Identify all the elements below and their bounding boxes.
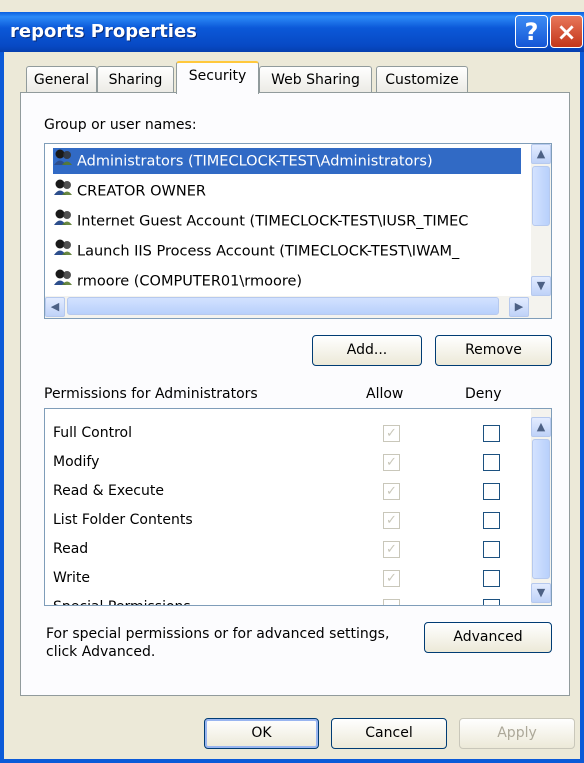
add-button[interactable]: Add... <box>312 335 422 366</box>
user-list-item[interactable]: rmoore (COMPUTER01\rmoore) <box>53 268 302 294</box>
user-group-icon <box>53 268 73 295</box>
scroll-up-button[interactable]: ▲ <box>531 144 551 164</box>
permission-name: Write <box>53 570 90 586</box>
scroll-right-button[interactable]: ▶ <box>509 297 529 317</box>
permission-name: Read <box>53 541 89 557</box>
permission-name: List Folder Contents <box>53 512 193 528</box>
advanced-hint-line1: For special permissions or for advanced … <box>46 626 390 642</box>
user-list[interactable]: Administrators (TIMECLOCK-TEST\Administr… <box>44 143 552 319</box>
permission-row: List Folder Contents ✓ <box>53 506 523 534</box>
permission-row: Read & Execute ✓ <box>53 477 523 505</box>
permission-name: Special Permissions <box>53 593 191 605</box>
user-list-item[interactable]: Administrators (TIMECLOCK-TEST\Administr… <box>53 148 521 174</box>
allow-checkbox[interactable] <box>383 599 400 605</box>
remove-button[interactable]: Remove <box>435 335 552 366</box>
user-group-icon <box>53 178 73 205</box>
cancel-button[interactable]: Cancel <box>331 718 447 749</box>
tab-general[interactable]: General <box>26 66 97 92</box>
perm-scroll-up-button[interactable]: ▲ <box>531 417 551 437</box>
user-name-label: CREATOR OWNER <box>77 183 206 200</box>
advanced-button[interactable]: Advanced <box>424 622 552 653</box>
allow-checkbox[interactable]: ✓ <box>383 541 400 558</box>
deny-checkbox[interactable] <box>483 425 500 442</box>
ok-button[interactable]: OK <box>204 718 319 749</box>
permission-row: Write ✓ <box>53 564 523 592</box>
window-title: reports Properties <box>10 21 197 42</box>
permission-name: Full Control <box>53 425 132 441</box>
allow-checkbox[interactable]: ✓ <box>383 512 400 529</box>
properties-dialog: reports Properties ? × General Sharing S… <box>0 0 584 763</box>
permissions-list[interactable]: Full Control ✓ Modify ✓ Read & Execute ✓ List … <box>44 408 552 606</box>
deny-column-label: Deny <box>465 386 502 402</box>
allow-checkbox[interactable]: ✓ <box>383 454 400 471</box>
user-group-icon <box>53 148 73 175</box>
user-list-item[interactable]: Launch IIS Process Account (TIMECLOCK-TE… <box>53 238 459 264</box>
window-frame-bottom <box>0 759 584 763</box>
deny-checkbox[interactable] <box>483 454 500 471</box>
tab-sharing[interactable]: Sharing <box>97 66 174 92</box>
allow-column-label: Allow <box>366 386 404 402</box>
advanced-hint-text: For special permissions or for advanced … <box>46 625 389 661</box>
deny-checkbox[interactable] <box>483 570 500 587</box>
permission-row: Modify ✓ <box>53 448 523 476</box>
user-list-item[interactable]: Internet Guest Account (TIMECLOCK-TEST\I… <box>53 208 468 234</box>
user-list-vertical-scrollbar[interactable]: ▲ ▼ <box>531 144 551 296</box>
permission-name: Read & Execute <box>53 483 164 499</box>
permission-row: Special Permissions <box>53 593 523 605</box>
user-name-label: Administrators (TIMECLOCK-TEST\Administr… <box>77 153 433 170</box>
user-list-item[interactable]: CREATOR OWNER <box>53 178 206 204</box>
permission-row: Read ✓ <box>53 535 523 563</box>
window-frame-right <box>580 52 584 763</box>
user-list-horizontal-scrollbar[interactable]: ◀ ▶ <box>45 296 551 318</box>
advanced-hint-line2: click Advanced. <box>46 644 156 660</box>
user-group-icon <box>53 238 73 265</box>
deny-checkbox[interactable] <box>483 483 500 500</box>
tab-customize[interactable]: Customize <box>376 66 468 92</box>
apply-button[interactable]: Apply <box>459 718 575 749</box>
perm-scroll-thumb[interactable] <box>532 439 550 579</box>
user-name-label: Launch IIS Process Account (TIMECLOCK-TE… <box>77 243 460 260</box>
group-or-user-names-label: Group or user names: <box>44 117 197 133</box>
permissions-vertical-scrollbar[interactable]: ▲ ▼ <box>531 409 551 605</box>
tab-security[interactable]: Security <box>176 61 259 94</box>
user-name-label: rmoore (COMPUTER01\rmoore) <box>77 273 303 290</box>
scroll-left-button[interactable]: ◀ <box>45 297 65 317</box>
perm-scroll-down-button[interactable]: ▼ <box>531 583 551 603</box>
allow-checkbox[interactable]: ✓ <box>383 425 400 442</box>
permission-name: Modify <box>53 454 100 470</box>
vertical-scroll-thumb[interactable] <box>532 166 550 226</box>
deny-checkbox[interactable] <box>483 512 500 529</box>
window-frame-left <box>0 52 4 763</box>
deny-checkbox[interactable] <box>483 599 500 605</box>
horizontal-scroll-thumb[interactable] <box>67 297 499 315</box>
allow-checkbox[interactable]: ✓ <box>383 483 400 500</box>
deny-checkbox[interactable] <box>483 541 500 558</box>
allow-checkbox[interactable]: ✓ <box>383 570 400 587</box>
title-bar[interactable]: reports Properties ? × <box>0 12 584 52</box>
permissions-label: Permissions for Administrators <box>44 386 258 402</box>
help-button[interactable]: ? <box>515 15 548 48</box>
permission-row: Full Control ✓ <box>53 419 523 447</box>
user-group-icon <box>53 208 73 235</box>
tab-web-sharing[interactable]: Web Sharing <box>259 66 372 92</box>
user-name-label: Internet Guest Account (TIMECLOCK-TEST\I… <box>77 213 469 230</box>
close-button[interactable]: × <box>550 15 583 48</box>
scroll-down-button[interactable]: ▼ <box>531 276 551 296</box>
